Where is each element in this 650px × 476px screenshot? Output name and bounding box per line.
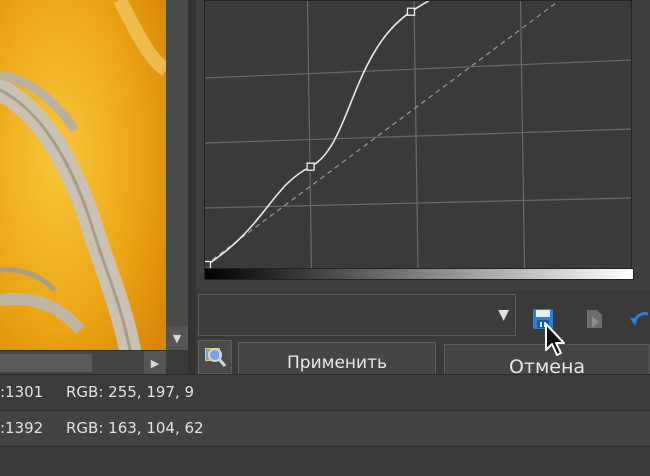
curves-panel <box>196 0 650 290</box>
status-row <box>0 446 650 476</box>
curve-control-point[interactable] <box>306 162 315 171</box>
vertical-scrollbar[interactable] <box>166 0 188 350</box>
reset-button[interactable] <box>624 304 650 334</box>
panel-divider <box>188 0 196 380</box>
grid-line-horizontal <box>204 59 632 79</box>
preview-button[interactable] <box>198 340 232 374</box>
grid-line-horizontal <box>204 197 632 209</box>
image-preview[interactable] <box>0 0 166 350</box>
rgb-readout: RGB: 163, 104, 62 <box>66 419 204 437</box>
curve-graph[interactable] <box>202 0 632 270</box>
chevron-down-icon: ▼ <box>172 331 182 345</box>
load-preset-button[interactable] <box>578 304 608 334</box>
coordinate-readout: :1392 <box>0 419 44 437</box>
magnifier-icon <box>205 348 227 367</box>
coordinate-readout: :1301 <box>0 383 44 401</box>
scroll-down-button[interactable]: ▼ <box>166 326 188 350</box>
tone-curve[interactable] <box>206 0 531 266</box>
chevron-down-icon: ▼ <box>498 307 509 323</box>
grid-line-vertical <box>413 0 419 270</box>
grid-line-vertical <box>519 0 526 270</box>
status-row: :1392 RGB: 163, 104, 62 <box>0 410 650 445</box>
grid-line-horizontal <box>204 128 632 144</box>
grid-line-vertical <box>306 0 313 270</box>
curve-canvas[interactable] <box>202 0 632 270</box>
rgb-readout: RGB: 255, 197, 9 <box>66 383 195 401</box>
horizontal-scrollbar[interactable]: ▶ <box>0 350 166 375</box>
preset-dropdown[interactable]: ▼ <box>198 294 516 336</box>
tone-gradient-bar <box>204 268 634 280</box>
scroll-right-button[interactable]: ▶ <box>144 351 166 375</box>
load-preset-icon <box>587 310 602 328</box>
undo-arrow-icon <box>630 312 649 326</box>
scrollbar-thumb[interactable] <box>0 354 92 372</box>
mouse-cursor-icon <box>545 323 565 356</box>
chevron-right-icon: ▶ <box>150 356 160 370</box>
curve-control-point[interactable] <box>406 7 416 16</box>
status-row: :1301 RGB: 255, 197, 9 <box>0 374 650 409</box>
status-bar: :1301 RGB: 255, 197, 9 :1392 RGB: 163, 1… <box>0 374 650 476</box>
